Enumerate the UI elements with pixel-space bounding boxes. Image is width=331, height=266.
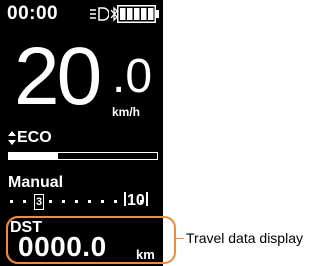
battery-cell xyxy=(134,8,140,20)
battery-cell xyxy=(127,8,133,20)
speed-readout: 20 .0 km/h xyxy=(0,32,163,124)
gear-dot xyxy=(49,200,52,203)
gear-dot xyxy=(75,200,78,203)
gear-dot xyxy=(114,200,117,203)
speed-decimal: .0 xyxy=(112,50,153,103)
battery-icon xyxy=(117,5,159,23)
gear-dot xyxy=(23,200,26,203)
callout-label: Travel data display xyxy=(186,230,303,246)
battery-cell xyxy=(120,8,126,20)
headlight-icon xyxy=(90,7,109,21)
gear-dot xyxy=(140,200,143,203)
battery-cell xyxy=(141,8,147,20)
speed-integer: 20 xyxy=(14,31,102,122)
battery-cell xyxy=(148,8,154,20)
travel-data-outline xyxy=(6,216,176,264)
shift-mode-label: Manual xyxy=(8,174,64,191)
gear-dot xyxy=(88,200,91,203)
clock-time: 00:00 xyxy=(7,3,59,24)
gear-position-indicator: 3 10 xyxy=(8,192,158,211)
speed-unit: km/h xyxy=(112,105,141,119)
current-gear: 10 xyxy=(124,192,148,209)
assist-mode-label: ECO xyxy=(17,129,52,146)
assist-level-fill xyxy=(9,153,58,159)
gear-dot xyxy=(101,200,104,203)
up-down-arrows-icon xyxy=(8,131,16,145)
callout-leader-line xyxy=(176,238,184,239)
gear-dot xyxy=(10,200,13,203)
assist-level-bar xyxy=(8,152,158,160)
gear-marker: 3 xyxy=(34,194,45,210)
gear-dot xyxy=(62,200,65,203)
